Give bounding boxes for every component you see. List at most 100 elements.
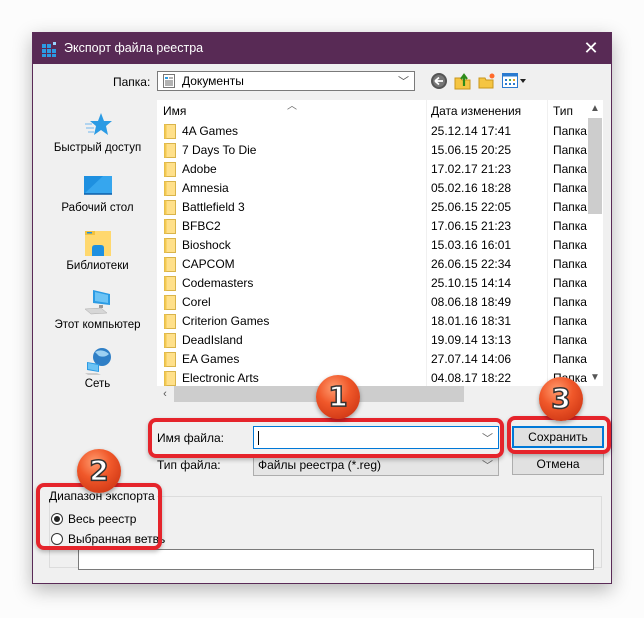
place-desktop[interactable]: Рабочий стол <box>41 170 154 214</box>
vertical-scrollbar[interactable]: ▲ ▼ <box>587 100 603 386</box>
folder-select[interactable]: Документы ﹀ <box>157 71 415 91</box>
view-menu-icon[interactable] <box>502 72 528 90</box>
folder-icon <box>164 238 176 253</box>
highlight-filename <box>148 418 504 458</box>
up-folder-icon[interactable] <box>454 72 472 90</box>
folder-icon <box>164 143 176 158</box>
vertical-scroll-thumb[interactable] <box>588 118 602 214</box>
file-name: CAPCOM <box>182 257 235 271</box>
horizontal-scrollbar[interactable]: ‹ <box>157 386 587 402</box>
file-type: Папка <box>553 276 587 290</box>
regedit-icon <box>42 42 56 57</box>
folder-icon <box>164 352 176 367</box>
annotation-badge-2: 2 <box>77 449 121 493</box>
place-label: Быстрый доступ <box>53 142 142 154</box>
file-name: 4A Games <box>182 124 239 138</box>
annotation-badge-1: 1 <box>316 375 360 419</box>
new-folder-icon[interactable] <box>478 72 496 90</box>
file-name: Battlefield 3 <box>182 200 245 214</box>
file-row[interactable]: Criterion Games 18.01.16 18:31 Папка <box>157 312 587 331</box>
folder-icon <box>164 314 176 329</box>
file-name: EA Games <box>182 352 240 366</box>
file-type: Папка <box>553 257 587 271</box>
file-date: 27.07.14 14:06 <box>431 352 512 366</box>
column-type[interactable]: Тип <box>553 104 573 118</box>
file-name: BFBC2 <box>182 219 221 233</box>
scroll-left-icon[interactable]: ‹ <box>157 386 173 402</box>
file-type: Папка <box>553 124 587 138</box>
file-list: ︿ Имя Дата изменения Тип 4A Games 25.12.1… <box>157 100 603 402</box>
sort-ascending-icon: ︿ <box>287 101 297 112</box>
place-this-pc[interactable]: Этот компьютер <box>41 287 154 331</box>
file-date: 15.03.16 16:01 <box>431 238 512 252</box>
chevron-down-icon: ﹀ <box>482 460 493 472</box>
places-bar: Быстрый доступ Рабочий стол Библиотеки Э… <box>41 100 154 405</box>
file-row[interactable]: BFBC2 17.06.15 21:23 Папка <box>157 217 587 236</box>
folder-icon <box>164 276 176 291</box>
file-name: Adobe <box>182 162 217 176</box>
file-list-header: ︿ Имя Дата изменения Тип <box>157 100 587 400</box>
folder-icon <box>164 371 176 386</box>
file-row[interactable]: CAPCOM 26.06.15 22:34 Папка <box>157 255 587 274</box>
highlight-export-range <box>36 483 162 550</box>
file-name: Codemasters <box>182 276 254 290</box>
file-type: Папка <box>553 314 587 328</box>
file-name: Electronic Arts <box>182 371 259 385</box>
file-row[interactable]: Battlefield 3 25.06.15 22:05 Папка <box>157 198 587 217</box>
place-network[interactable]: Сеть <box>41 346 154 390</box>
network-icon <box>84 348 111 375</box>
file-date: 04.08.17 18:22 <box>431 371 512 385</box>
title-bar: Экспорт файла реестра ✕ <box>33 33 611 64</box>
file-name: Corel <box>182 295 211 309</box>
libraries-icon <box>84 231 111 256</box>
folder-label: Папка: <box>113 75 151 89</box>
file-row[interactable]: Amnesia 05.02.16 18:28 Папка <box>157 179 587 198</box>
place-libraries[interactable]: Библиотеки <box>41 228 154 272</box>
scroll-corner <box>587 386 603 402</box>
file-date: 25.06.15 22:05 <box>431 200 512 214</box>
file-row[interactable]: Bioshock 15.03.16 16:01 Папка <box>157 236 587 255</box>
file-name: Amnesia <box>182 181 229 195</box>
filetype-value: Файлы реестра (*.reg) <box>258 458 381 472</box>
column-name[interactable]: Имя <box>163 104 186 118</box>
file-name: 7 Days To Die <box>182 143 257 157</box>
file-row[interactable]: Adobe 17.02.17 21:23 Папка <box>157 160 587 179</box>
selected-branch-input[interactable] <box>78 549 594 570</box>
computer-icon <box>83 290 110 315</box>
file-type: Папка <box>553 200 587 214</box>
file-date: 26.06.15 22:34 <box>431 257 512 271</box>
file-type: Папка <box>553 295 587 309</box>
folder-icon <box>164 257 176 272</box>
column-date[interactable]: Дата изменения <box>431 104 521 118</box>
folder-icon <box>164 295 176 310</box>
scroll-down-icon[interactable]: ▼ <box>587 369 603 386</box>
file-type: Папка <box>553 333 587 347</box>
place-quick-access[interactable]: Быстрый доступ <box>41 110 154 154</box>
close-button[interactable]: ✕ <box>571 33 611 64</box>
documents-icon <box>163 74 175 88</box>
file-name: DeadIsland <box>182 333 243 347</box>
back-icon[interactable] <box>430 72 448 90</box>
file-row[interactable]: 4A Games 25.12.14 17:41 Папка <box>157 122 587 141</box>
star-icon <box>84 113 112 135</box>
highlight-save <box>507 416 611 454</box>
file-type: Папка <box>553 238 587 252</box>
filetype-label: Тип файла: <box>157 458 221 472</box>
cancel-button[interactable]: Отмена <box>512 453 604 475</box>
file-type: Папка <box>553 162 587 176</box>
scroll-up-icon[interactable]: ▲ <box>587 100 603 117</box>
folder-icon <box>164 124 176 139</box>
file-row[interactable]: DeadIsland 19.09.14 13:13 Папка <box>157 331 587 350</box>
file-name: Criterion Games <box>182 314 270 328</box>
file-type: Папка <box>553 143 587 157</box>
file-row[interactable]: 7 Days To Die 15.06.15 20:25 Папка <box>157 141 587 160</box>
file-row[interactable]: EA Games 27.07.14 14:06 Папка <box>157 350 587 369</box>
folder-value: Документы <box>182 74 244 88</box>
desktop-icon <box>83 176 112 195</box>
folder-icon <box>164 200 176 215</box>
folder-icon <box>164 162 176 177</box>
place-label: Рабочий стол <box>61 202 134 214</box>
file-type: Папка <box>553 181 587 195</box>
file-row[interactable]: Corel 08.06.18 18:49 Папка <box>157 293 587 312</box>
file-row[interactable]: Codemasters 25.10.15 14:14 Папка <box>157 274 587 293</box>
